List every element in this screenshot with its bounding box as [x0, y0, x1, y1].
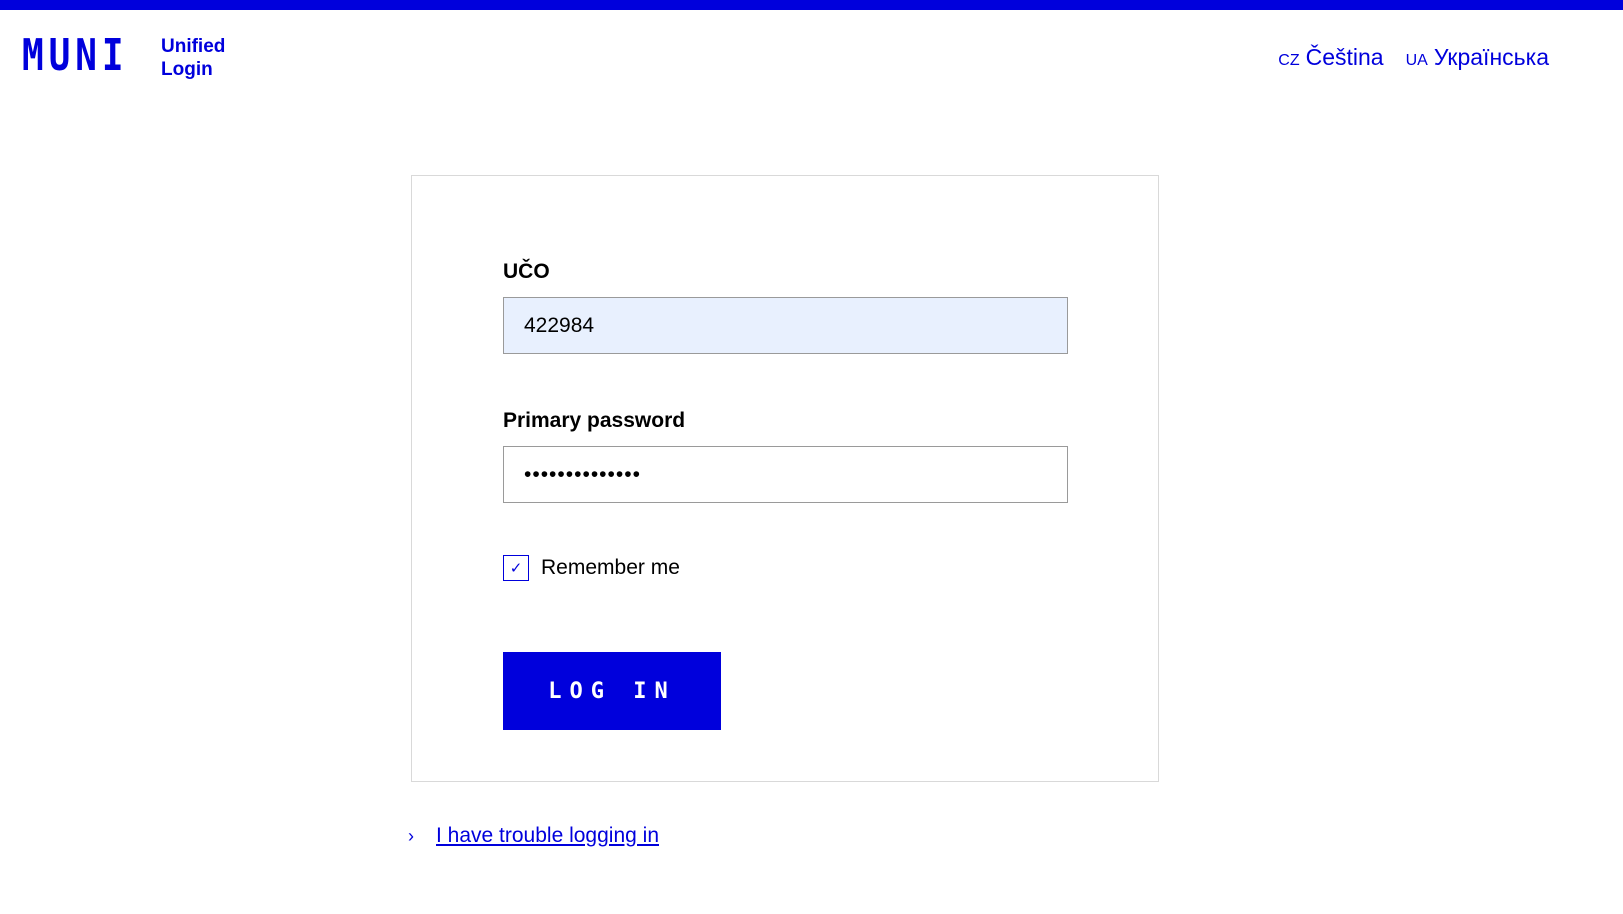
- unified-login-title: Unified Login: [161, 35, 225, 81]
- muni-logo-link[interactable]: MUNI Unified Login: [22, 30, 225, 81]
- trouble-logging-in-link[interactable]: I have trouble logging in: [436, 824, 659, 848]
- language-code-ua: ua: [1405, 52, 1428, 69]
- password-input[interactable]: [503, 446, 1068, 503]
- password-label: Primary password: [503, 409, 686, 432]
- language-code-cz: cz: [1278, 52, 1300, 69]
- help-section: › I have trouble logging in: [408, 824, 659, 848]
- language-link-cz[interactable]: cz Čeština: [1278, 44, 1383, 71]
- muni-logo-mark: MUNI: [22, 30, 129, 81]
- login-button[interactable]: LOG IN: [503, 652, 721, 730]
- chevron-right-icon: ›: [408, 825, 414, 846]
- language-switcher: cz Čeština ua Українська: [1278, 44, 1549, 71]
- remember-me-label: Remember me: [541, 556, 680, 579]
- top-accent-bar: [0, 0, 1623, 10]
- logo-title-line2: Login: [161, 59, 213, 80]
- remember-me-checkbox[interactable]: ✓: [503, 555, 529, 581]
- remember-me-control[interactable]: ✓ Remember me: [503, 555, 680, 581]
- language-label-ua: Українська: [1433, 44, 1549, 70]
- language-label-cz: Čeština: [1305, 44, 1384, 70]
- uco-input[interactable]: [503, 297, 1068, 354]
- checkmark-icon: ✓: [509, 559, 523, 577]
- uco-label: UČO: [503, 260, 550, 283]
- logo-title-line1: Unified: [161, 36, 226, 57]
- language-link-ua[interactable]: ua Українська: [1406, 44, 1549, 71]
